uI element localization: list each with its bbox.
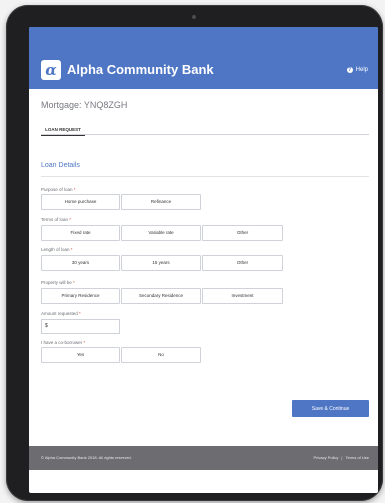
bank-logo-icon: α bbox=[41, 60, 61, 80]
required-mark: * bbox=[79, 311, 81, 316]
property-option-primary-residence[interactable]: Primary Residence bbox=[41, 288, 120, 304]
property-option-secondary-residence[interactable]: Secondary Residence bbox=[121, 288, 201, 304]
app-footer: © Alpha Community Bank 2018. All rights … bbox=[29, 446, 378, 470]
section-divider bbox=[41, 176, 369, 177]
required-mark: * bbox=[83, 340, 86, 345]
terms-of-use-link[interactable]: Terms of Use bbox=[345, 455, 369, 460]
tablet-frame: α Alpha Community Bank ? Help Mortgage: … bbox=[6, 5, 383, 501]
coborrower-label: I have a co-borrower * bbox=[41, 340, 85, 345]
property-option-investment[interactable]: Investment bbox=[202, 288, 283, 304]
amount-label-text: Amount requested bbox=[41, 311, 78, 316]
coborrower-option-no[interactable]: No bbox=[121, 347, 201, 363]
amount-input[interactable]: $ bbox=[41, 319, 120, 334]
coborrower-option-yes[interactable]: Yes bbox=[41, 347, 120, 363]
terms-option-variable-rate[interactable]: Variable rate bbox=[121, 225, 201, 241]
required-mark: * bbox=[70, 247, 73, 252]
required-mark: * bbox=[73, 187, 76, 192]
terms-label: Terms of loan * bbox=[41, 217, 71, 222]
property-label-text: Property will be bbox=[41, 280, 72, 285]
app-header: α Alpha Community Bank ? Help bbox=[29, 27, 378, 89]
copyright-text: © Alpha Community Bank 2018. All rights … bbox=[41, 455, 132, 460]
footer-separator: | bbox=[341, 455, 343, 460]
length-label-text: Length of loan bbox=[41, 247, 70, 252]
purpose-option-refinance[interactable]: Refinance bbox=[121, 194, 201, 210]
page-title: Mortgage: YNQ8ZGH bbox=[41, 100, 128, 110]
length-option-15-years[interactable]: 15 years bbox=[121, 255, 201, 271]
required-mark: * bbox=[69, 217, 72, 222]
terms-option-other[interactable]: Other bbox=[202, 225, 283, 241]
length-option-other[interactable]: Other bbox=[202, 255, 283, 271]
purpose-label-text: Purpose of loan bbox=[41, 187, 73, 192]
bank-name: Alpha Community Bank bbox=[67, 62, 214, 77]
help-label: Help bbox=[355, 67, 368, 73]
app-screen: α Alpha Community Bank ? Help Mortgage: … bbox=[29, 27, 378, 493]
length-option-30-years[interactable]: 30 years bbox=[41, 255, 120, 271]
purpose-option-home-purchase[interactable]: Home purchase bbox=[41, 194, 120, 210]
tab-loan-request[interactable]: LOAN REQUEST bbox=[41, 127, 85, 136]
amount-label: Amount requested * bbox=[41, 311, 81, 316]
length-label: Length of loan * bbox=[41, 247, 73, 252]
camera-dot bbox=[192, 15, 196, 19]
help-icon: ? bbox=[346, 67, 353, 73]
privacy-policy-link[interactable]: Privacy Policy bbox=[313, 455, 338, 460]
section-title: Loan Details bbox=[41, 162, 80, 169]
terms-option-fixed-rate[interactable]: Fixed rate bbox=[41, 225, 120, 241]
footer-links: Privacy Policy | Terms of Use bbox=[313, 455, 369, 460]
coborrower-label-text: I have a co-borrower bbox=[41, 340, 83, 345]
help-link[interactable]: ? Help bbox=[346, 67, 368, 73]
save-continue-button[interactable]: Save & Continue bbox=[292, 400, 369, 417]
purpose-label: Purpose of loan * bbox=[41, 187, 76, 192]
required-mark: * bbox=[73, 280, 75, 285]
tab-bar-divider bbox=[41, 134, 369, 135]
terms-label-text: Terms of loan bbox=[41, 217, 69, 222]
property-label: Property will be * bbox=[41, 280, 75, 285]
